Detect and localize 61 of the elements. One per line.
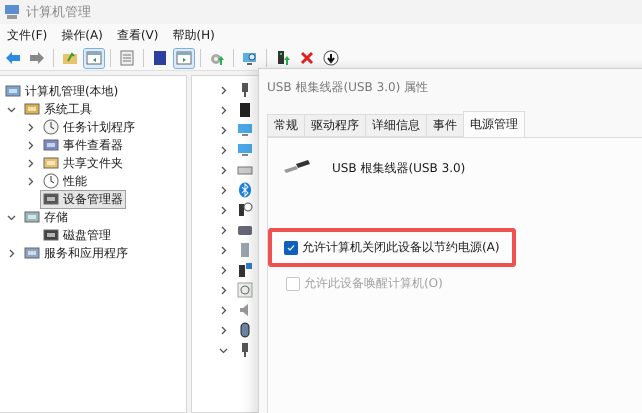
tree-item[interactable]: 系统工具 — [21, 100, 95, 118]
chevron-right-icon[interactable] — [219, 286, 228, 294]
panel-button[interactable] — [173, 48, 195, 68]
tree-item[interactable]: 性能 — [40, 172, 90, 190]
chevron-right-icon[interactable] — [219, 126, 228, 134]
tree-item[interactable]: 计算机管理(本地) — [2, 82, 122, 100]
device-update-icon — [275, 50, 291, 66]
chevron-right-icon[interactable] — [219, 166, 228, 174]
tab[interactable]: 驱动程序 — [304, 114, 366, 137]
checkbox-label: 允许计算机关闭此设备以节约电源(A) — [302, 239, 500, 256]
chevron-right-icon[interactable] — [219, 266, 228, 274]
folder-icon — [62, 50, 78, 66]
panel-icon — [86, 50, 102, 66]
chevron-down-icon[interactable] — [219, 346, 228, 354]
down-arrow-circle-icon — [323, 50, 339, 66]
chevron-right-icon[interactable] — [219, 106, 228, 114]
menu-item[interactable]: 操作(A) — [56, 24, 108, 46]
tree-item[interactable]: 磁盘管理 — [40, 226, 114, 244]
chevron-right-icon[interactable] — [219, 206, 228, 214]
chevron-down-icon[interactable] — [7, 104, 16, 114]
chevron-right-icon[interactable] — [219, 306, 228, 314]
usb-cable-icon — [282, 158, 312, 174]
tree-item[interactable]: 共享文件夹 — [40, 154, 126, 172]
window-title: 计算机管理 — [26, 4, 91, 21]
tab[interactable]: 电源管理 — [463, 111, 525, 137]
sheet-icon — [119, 50, 135, 66]
tab[interactable]: 事件 — [426, 114, 464, 137]
back-arrow-icon — [5, 50, 21, 66]
panel-icon — [176, 50, 192, 66]
device-name: USB 根集线器(USB 3.0) — [332, 160, 466, 177]
checkbox-label: 允许此设备唤醒计算机(O) — [304, 275, 443, 292]
checkmark-icon — [287, 244, 295, 252]
chevron-right-icon[interactable] — [219, 86, 228, 94]
delete-icon — [299, 50, 315, 66]
monitor-icon — [237, 142, 253, 158]
menu-item[interactable]: 文件(F) — [2, 24, 52, 46]
tab[interactable]: 常规 — [267, 114, 305, 137]
network-device-icon — [237, 262, 253, 278]
chevron-right-icon[interactable] — [219, 186, 228, 194]
clock-icon — [43, 119, 59, 135]
bluetooth-icon — [237, 182, 253, 198]
tree-item[interactable]: 任务计划程序 — [40, 118, 138, 136]
chevron-right-icon[interactable] — [219, 246, 228, 254]
dialog-title: USB 根集线器(USB 3.0) 属性 — [267, 78, 428, 96]
panel-button[interactable] — [83, 48, 105, 68]
forward-arrow-icon — [29, 50, 45, 66]
tree-item[interactable]: 存储 — [21, 208, 71, 226]
menu-item[interactable]: 帮助(H) — [167, 24, 220, 46]
menu-item[interactable]: 查看(V) — [112, 24, 164, 46]
tree-item[interactable]: 服务和应用程序 — [21, 244, 131, 262]
chevron-down-icon[interactable] — [7, 212, 16, 222]
tab[interactable]: 详细信息 — [365, 114, 427, 137]
monitor-search-icon — [242, 50, 258, 66]
chevron-right-icon[interactable] — [219, 326, 228, 334]
tree-item[interactable]: 事件查看器 — [40, 136, 126, 154]
chevron-right-icon[interactable] — [219, 226, 228, 234]
checkbox[interactable] — [284, 240, 298, 254]
chevron-right-icon[interactable] — [219, 146, 228, 154]
tree-item[interactable]: 设备管理器 — [40, 190, 126, 208]
chevron-right-icon[interactable] — [7, 248, 16, 258]
monitor-icon — [237, 122, 253, 138]
